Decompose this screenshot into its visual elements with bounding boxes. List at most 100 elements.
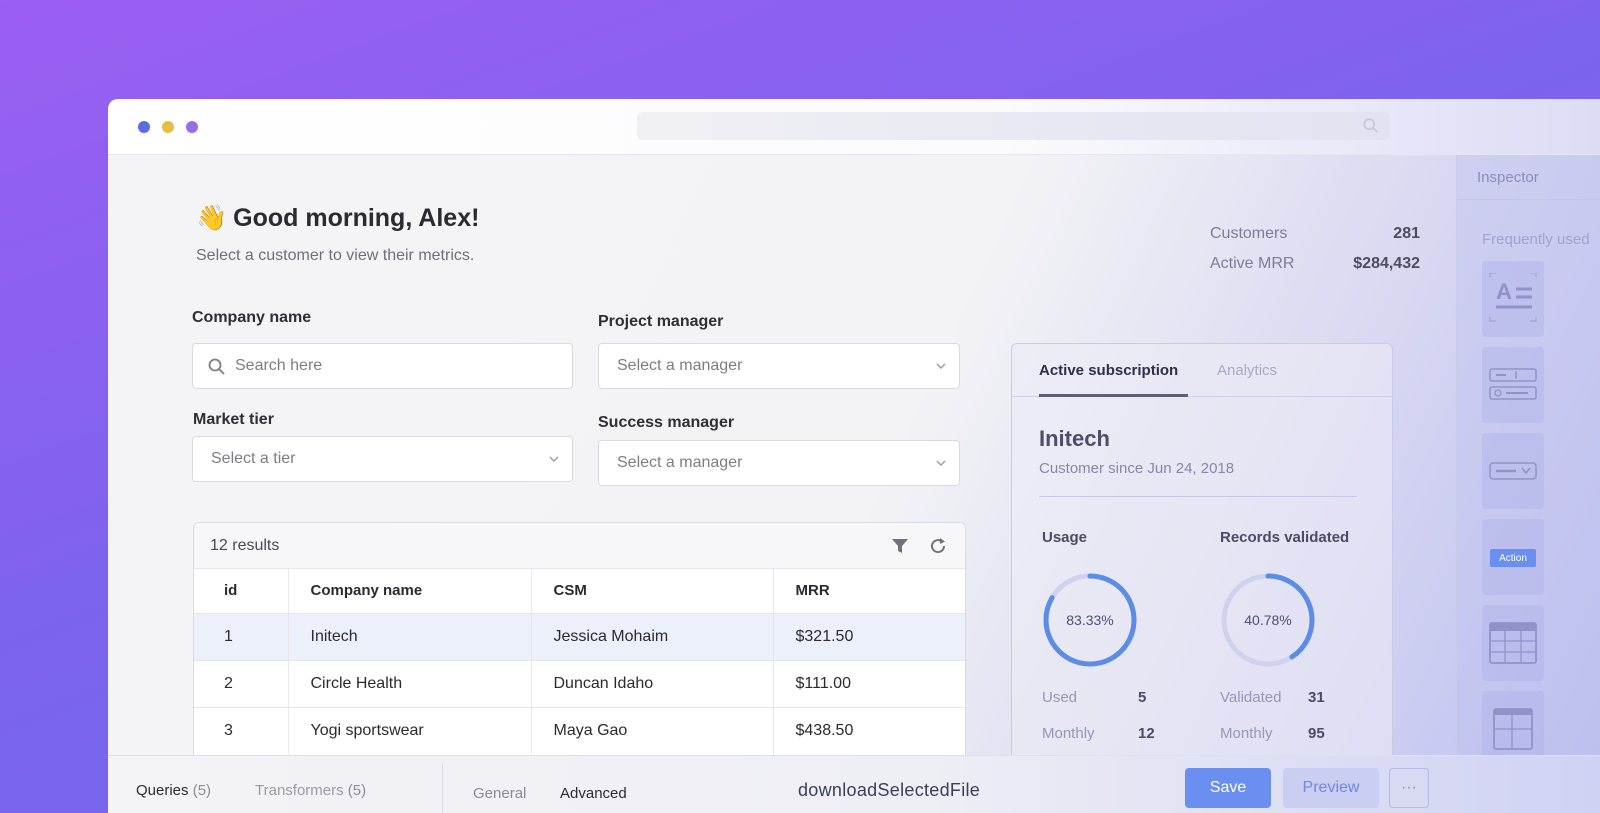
results-count: 12 results: [210, 536, 280, 554]
market-tier-label: Market tier: [193, 411, 274, 428]
refresh-icon[interactable]: [927, 535, 949, 557]
button-component-tile[interactable]: Action: [1482, 519, 1544, 595]
save-button[interactable]: Save: [1185, 768, 1271, 808]
company-name-label: Company name: [192, 309, 312, 326]
market-tier-select[interactable]: Select a tier: [192, 436, 573, 482]
metric-value: 31: [1308, 689, 1325, 706]
container-component-icon: [1493, 708, 1533, 750]
tab-label: Transformers: [255, 782, 344, 799]
company-search-input[interactable]: Search here: [192, 343, 573, 389]
column-header[interactable]: Company name: [288, 569, 532, 613]
text-input-component-icon: [1489, 368, 1537, 400]
tab-queries[interactable]: Queries (5): [136, 782, 211, 799]
greeting-text: Good morning, Alex!: [233, 204, 480, 232]
tab-general[interactable]: General: [473, 785, 526, 802]
stat-value: $284,432: [1353, 255, 1420, 272]
window-maximize-dot[interactable]: [186, 121, 198, 133]
tab-transformers[interactable]: Transformers (5): [255, 782, 366, 799]
select-placeholder: Select a tier: [211, 450, 296, 467]
customer-name: Initech: [1039, 426, 1110, 451]
cell-mrr: $438.50: [773, 706, 965, 754]
text-component-icon: A: [1489, 273, 1537, 322]
active-tab-indicator: [1039, 394, 1188, 397]
usage-percent: 83.33%: [1066, 612, 1114, 628]
search-icon: [1363, 118, 1378, 133]
metric-key: Monthly: [1042, 725, 1095, 742]
tab-active-subscription[interactable]: Active subscription: [1039, 362, 1178, 379]
cell-id: 3: [194, 706, 289, 754]
success-manager-label: Success manager: [598, 414, 735, 431]
window-minimize-dot[interactable]: [162, 121, 174, 133]
column-header[interactable]: MRR: [773, 569, 965, 613]
tab-advanced[interactable]: Advanced: [560, 785, 627, 802]
title-bar: [108, 99, 1600, 155]
query-editor-bar: Queries (5) Transformers (5) General Adv…: [108, 755, 1600, 813]
records-percent: 40.78%: [1244, 612, 1292, 628]
success-manager-select[interactable]: Select a manager: [598, 440, 960, 486]
text-component-tile[interactable]: A: [1482, 261, 1544, 337]
customer-detail-card: Active subscription Analytics Initech Cu…: [1011, 343, 1393, 813]
records-title: Records validated: [1220, 529, 1350, 546]
select-component-icon: [1489, 462, 1537, 480]
cell-csm: Maya Gao: [531, 706, 774, 754]
chevron-down-icon: [936, 363, 946, 369]
action-button-label: Action: [1499, 553, 1527, 564]
inspector-panel: Inspector Frequently used A Action: [1456, 155, 1600, 813]
project-manager-label: Project manager: [598, 313, 724, 330]
column-header[interactable]: CSM: [531, 569, 774, 613]
tab-count: (5): [347, 782, 367, 799]
preview-button[interactable]: Preview: [1283, 768, 1379, 808]
select-component-tile[interactable]: [1482, 433, 1544, 509]
stat-customers: Customers 281: [1210, 225, 1420, 255]
frequently-used-heading: Frequently used: [1482, 231, 1590, 248]
customer-since: Customer since Jun 24, 2018: [1039, 460, 1235, 477]
search-icon: [208, 358, 225, 375]
cell-id: 1: [194, 612, 289, 660]
column-header[interactable]: id: [194, 569, 289, 613]
window-close-dot[interactable]: [138, 121, 150, 133]
metric-key: Validated: [1220, 689, 1282, 706]
address-bar[interactable]: [637, 112, 1390, 140]
cell-id: 2: [194, 659, 289, 707]
table-row[interactable]: 3 Yogi sportswear Maya Gao $438.50: [194, 706, 965, 754]
select-placeholder: Select a manager: [617, 454, 743, 471]
query-name[interactable]: downloadSelectedFile: [798, 780, 980, 801]
filter-icon[interactable]: [889, 535, 911, 557]
table-component-icon: [1489, 622, 1537, 664]
metric-value: 5: [1138, 689, 1147, 706]
cell-company: Circle Health: [288, 659, 532, 707]
metric-value: 95: [1308, 725, 1325, 742]
table-component-tile[interactable]: [1482, 605, 1544, 681]
tab-count: (5): [192, 782, 212, 799]
metric-key: Used: [1042, 689, 1078, 706]
usage-title: Usage: [1042, 529, 1088, 546]
inspector-title: Inspector: [1477, 169, 1539, 186]
stat-label: Active MRR: [1210, 255, 1295, 272]
table-row[interactable]: 1 Initech Jessica Mohaim $321.50: [194, 612, 965, 660]
summary-stats: Customers 281 Active MRR $284,432: [1210, 225, 1420, 285]
usage-used-row: Used 5: [1042, 689, 1146, 706]
tab-label: Queries: [136, 782, 189, 799]
divider: [442, 764, 443, 813]
stat-label: Customers: [1210, 225, 1288, 242]
stat-value: 281: [1393, 225, 1420, 242]
page-title: 👋 Good morning, Alex!: [196, 204, 479, 233]
more-options-button[interactable]: ···: [1389, 768, 1429, 808]
tab-analytics[interactable]: Analytics: [1217, 362, 1277, 379]
divider: [1039, 496, 1357, 497]
cell-csm: Duncan Idaho: [531, 659, 774, 707]
metric-key: Monthly: [1220, 725, 1273, 742]
data-table: id Company name CSM MRR 1 Initech Jessic…: [194, 569, 965, 754]
select-placeholder: Select a manager: [617, 357, 743, 374]
search-placeholder: Search here: [235, 357, 323, 374]
records-ring: 40.78%: [1220, 572, 1316, 668]
waving-hand-icon: 👋: [196, 204, 228, 232]
table-row[interactable]: 2 Circle Health Duncan Idaho $111.00: [194, 659, 965, 707]
metric-value: 12: [1138, 725, 1155, 742]
stat-active-mrr: Active MRR $284,432: [1210, 255, 1420, 285]
svg-text:A: A: [1496, 279, 1512, 304]
text-input-component-tile[interactable]: [1482, 347, 1544, 423]
usage-monthly-row: Monthly 12: [1042, 725, 1155, 742]
project-manager-select[interactable]: Select a manager: [598, 343, 960, 389]
page-subtitle: Select a customer to view their metrics.: [196, 247, 475, 264]
